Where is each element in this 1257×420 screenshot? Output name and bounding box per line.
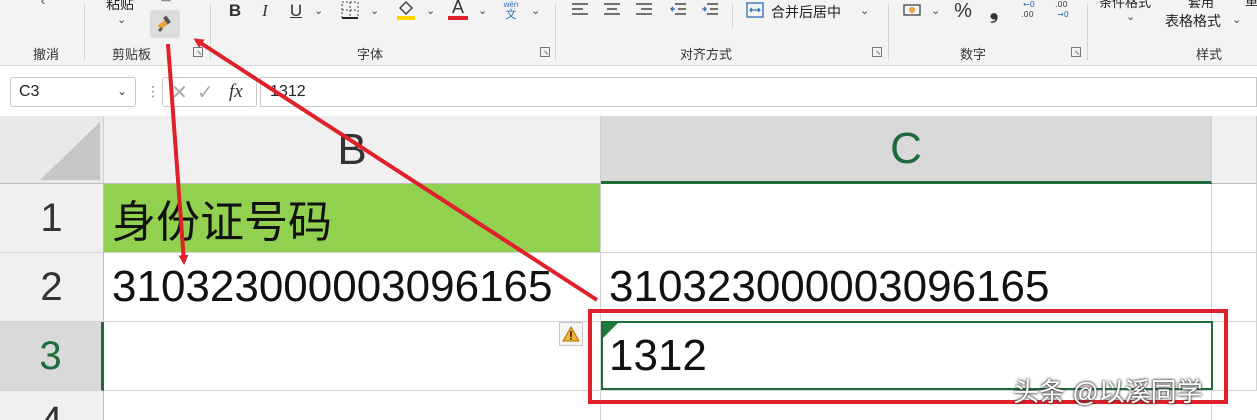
conditional-format-button[interactable]: 条件格式 <box>1099 0 1151 11</box>
border-icon <box>341 1 359 19</box>
font-color-button[interactable]: A <box>446 0 470 22</box>
paste-dropdown-icon[interactable]: ⌄ <box>117 13 126 26</box>
phonetic-pinyin: wén <box>503 0 519 9</box>
column-header-b[interactable]: B <box>104 116 601 184</box>
style-group-label: 样式 <box>1196 47 1223 62</box>
fill-bucket-icon <box>397 0 415 20</box>
cell-c1[interactable] <box>601 184 1212 253</box>
cell-b3[interactable] <box>104 322 601 391</box>
font-color-dropdown-icon[interactable]: ⌄ <box>478 4 487 17</box>
increase-indent-icon[interactable] <box>699 0 721 20</box>
alignment-launcher-icon[interactable] <box>872 47 882 57</box>
fill-color-dropdown-icon[interactable]: ⌄ <box>426 4 435 17</box>
row-header-2[interactable]: 2 <box>0 253 104 322</box>
format-painter-button[interactable] <box>150 10 180 38</box>
cell-b4[interactable] <box>104 391 601 420</box>
percent-button[interactable]: % <box>951 0 975 22</box>
select-all-triangle-icon <box>40 122 100 180</box>
name-box-value: C3 <box>19 83 40 100</box>
underline-dropdown-icon[interactable]: ⌄ <box>314 4 323 17</box>
cell-d1[interactable] <box>1212 184 1257 253</box>
name-box[interactable]: C3 ⌄ <box>10 77 136 107</box>
font-color-swatch-icon <box>448 16 468 20</box>
merge-center-button[interactable]: 合并后居中 <box>771 2 841 22</box>
svg-text:←0: ←0 <box>1023 0 1035 9</box>
row-header-3[interactable]: 3 <box>0 322 104 391</box>
comma-style-button[interactable]: ❟ <box>984 0 1004 23</box>
currency-format-icon[interactable] <box>900 0 926 22</box>
name-box-dropdown-icon[interactable]: ⌄ <box>117 84 127 98</box>
enter-icon[interactable]: ✓ <box>197 80 214 105</box>
warning-icon <box>562 326 580 342</box>
underline-button[interactable]: U <box>285 0 307 22</box>
font-color-letter: A <box>451 0 464 17</box>
merge-dropdown-icon[interactable]: ⌄ <box>860 4 869 17</box>
column-header-d-partial[interactable] <box>1212 116 1257 184</box>
border-dropdown-icon[interactable]: ⌄ <box>370 4 379 17</box>
table-format-top[interactable]: 套用 <box>1188 0 1214 11</box>
phonetic-icon: 文 <box>505 8 517 21</box>
clipboard-group-label: 剪贴板 <box>112 47 152 62</box>
phonetic-dropdown-icon[interactable]: ⌄ <box>531 4 540 17</box>
number-group-label: 数字 <box>960 47 987 62</box>
row-header-1[interactable]: 1 <box>0 184 104 253</box>
currency-dropdown-icon[interactable]: ⌄ <box>931 4 940 17</box>
undo-button[interactable]: ‹ <box>28 0 58 8</box>
cell-styles-partial[interactable]: 单 <box>1245 0 1257 6</box>
fill-color-button[interactable] <box>393 0 419 23</box>
font-launcher-icon[interactable] <box>540 47 550 57</box>
align-top-left-icon[interactable] <box>569 0 591 20</box>
number-launcher-icon[interactable] <box>1071 47 1081 57</box>
cancel-icon[interactable]: ✕ <box>171 80 188 105</box>
svg-text:.00: .00 <box>1055 0 1068 9</box>
insert-function-button[interactable]: fx <box>229 81 243 103</box>
column-header-c[interactable]: C <box>601 116 1212 184</box>
svg-text:.00: .00 <box>1021 10 1034 19</box>
row-header-4[interactable]: 4 <box>0 391 104 420</box>
decrease-decimal-icon[interactable]: .00 →0 <box>1050 0 1076 22</box>
formula-buttons: ✕ ✓ fx <box>162 77 257 107</box>
cell-b1[interactable]: 身份证号码 <box>104 184 601 253</box>
bold-button[interactable]: B <box>224 0 246 22</box>
table-format-button[interactable]: 表格格式 <box>1165 11 1221 31</box>
italic-button[interactable]: I <box>254 0 276 22</box>
align-right-icon[interactable] <box>633 0 655 20</box>
align-center-icon[interactable] <box>601 0 623 20</box>
error-warning-button[interactable] <box>559 322 583 346</box>
format-painter-icon <box>157 15 171 32</box>
svg-text:→0: →0 <box>1057 10 1069 19</box>
decrease-indent-icon[interactable] <box>667 0 689 20</box>
undo-group-label: 撤消 <box>33 47 60 62</box>
phonetic-button[interactable]: wén 文 <box>497 0 525 24</box>
conditional-format-dropdown-icon[interactable]: ⌄ <box>1126 10 1135 23</box>
cell-b2[interactable]: 310323000003096165 <box>104 253 601 322</box>
border-button[interactable] <box>338 0 362 22</box>
merge-center-icon[interactable] <box>745 0 765 20</box>
formula-input[interactable]: '1312 <box>260 77 1257 107</box>
ribbon: ‹ 撤消 粘贴 ⌄ ▭ 剪贴板 B I U ⌄ ⌄ ⌄ A ⌄ wén 文 ⌄ … <box>0 0 1257 66</box>
font-group-label: 字体 <box>357 47 384 62</box>
paste-button[interactable]: 粘贴 <box>106 0 134 14</box>
increase-decimal-icon[interactable]: ←0.00 <box>1016 0 1042 22</box>
watermark: 头条 @以溪同学 <box>1013 377 1203 407</box>
clipboard-launcher-icon[interactable] <box>193 47 203 57</box>
formula-bar-grip-icon[interactable]: ⋮ <box>146 83 160 100</box>
alignment-group-label: 对齐方式 <box>680 47 733 62</box>
copy-icon[interactable]: ▭ <box>159 0 173 5</box>
table-format-dropdown-icon[interactable]: ⌄ <box>1232 13 1241 26</box>
